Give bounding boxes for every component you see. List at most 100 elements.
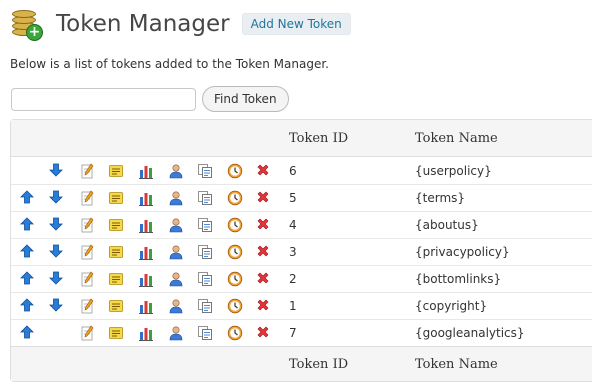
delete-icon[interactable] — [256, 298, 272, 314]
copy-icon[interactable] — [197, 298, 213, 314]
page-description: Below is a list of tokens added to the T… — [10, 57, 329, 71]
token-name: {terms} — [415, 191, 466, 205]
delete-icon[interactable] — [256, 217, 272, 233]
delete-icon[interactable] — [256, 325, 272, 341]
row-actions — [11, 298, 279, 314]
move-down-icon[interactable] — [49, 298, 65, 314]
user-icon[interactable] — [168, 190, 184, 206]
add-new-token-button[interactable]: Add New Token — [241, 13, 351, 35]
stats-icon[interactable] — [138, 163, 154, 179]
edit-icon[interactable] — [79, 163, 95, 179]
move-down-icon[interactable] — [49, 190, 65, 206]
move-down-icon[interactable] — [49, 217, 65, 233]
search-bar: Find Token — [11, 86, 289, 112]
user-icon[interactable] — [168, 298, 184, 314]
token-id: 5 — [289, 191, 297, 205]
schedule-icon[interactable] — [227, 298, 243, 314]
stats-icon[interactable] — [138, 271, 154, 287]
move-down-icon[interactable] — [49, 244, 65, 260]
column-footer-token-id[interactable]: Token ID — [279, 357, 413, 372]
column-footer-token-name[interactable]: Token Name — [413, 357, 592, 372]
column-header-token-id[interactable]: Token ID — [279, 131, 413, 146]
page-title: Token Manager — [56, 11, 230, 37]
token-name: {userpolicy} — [415, 163, 492, 178]
table-row: 3 {privacypolicy} — [11, 238, 592, 265]
edit-icon[interactable] — [79, 190, 95, 206]
notes-icon[interactable] — [108, 325, 124, 341]
tokens-table: Token ID Token Name 6 {userpolicy} 5 {terms… — [10, 119, 592, 382]
move-up-icon[interactable] — [19, 190, 36, 206]
stats-icon[interactable] — [138, 298, 154, 314]
notes-icon[interactable] — [108, 163, 124, 179]
token-id: 7 — [289, 326, 297, 340]
token-id: 3 — [289, 245, 297, 259]
token-id: 1 — [289, 299, 297, 313]
page-header: + Token Manager Add New Token — [10, 4, 351, 44]
notes-icon[interactable] — [108, 298, 124, 314]
delete-icon[interactable] — [256, 163, 272, 179]
table-header: Token ID Token Name — [11, 120, 592, 157]
delete-icon[interactable] — [256, 271, 272, 287]
edit-icon[interactable] — [79, 271, 95, 287]
table-body: 6 {userpolicy} 5 {terms} 4 {aboutus} 3 {privacy… — [11, 157, 592, 346]
delete-icon[interactable] — [256, 190, 272, 206]
move-down-icon[interactable] — [49, 163, 65, 179]
schedule-icon[interactable] — [227, 325, 243, 341]
notes-icon[interactable] — [108, 271, 124, 287]
copy-icon[interactable] — [197, 217, 213, 233]
column-header-token-name[interactable]: Token Name — [413, 131, 592, 146]
row-actions — [11, 271, 279, 287]
copy-icon[interactable] — [197, 325, 213, 341]
stats-icon[interactable] — [138, 325, 154, 341]
user-icon[interactable] — [168, 325, 184, 341]
move-up-icon[interactable] — [19, 244, 36, 260]
find-token-button[interactable]: Find Token — [202, 86, 289, 112]
table-row: 2 {bottomlinks} — [11, 265, 592, 292]
edit-icon[interactable] — [79, 217, 95, 233]
token-name: {aboutus} — [415, 218, 479, 232]
user-icon[interactable] — [168, 217, 184, 233]
move-up-icon[interactable] — [19, 217, 36, 233]
table-footer: Token ID Token Name — [11, 346, 592, 381]
copy-icon[interactable] — [197, 244, 213, 260]
table-row: 5 {terms} — [11, 184, 592, 211]
stats-icon[interactable] — [138, 190, 154, 206]
edit-icon[interactable] — [79, 244, 95, 260]
token-id: 2 — [289, 272, 297, 286]
schedule-icon[interactable] — [227, 163, 243, 179]
user-icon[interactable] — [168, 244, 184, 260]
table-row: 4 {aboutus} — [11, 211, 592, 238]
stats-icon[interactable] — [138, 217, 154, 233]
move-up-icon[interactable] — [19, 298, 36, 314]
row-actions — [11, 244, 279, 260]
delete-icon[interactable] — [256, 244, 272, 260]
table-row: 7 {googleanalytics} — [11, 319, 592, 346]
schedule-icon[interactable] — [227, 244, 243, 260]
schedule-icon[interactable] — [227, 271, 243, 287]
copy-icon[interactable] — [197, 190, 213, 206]
user-icon[interactable] — [168, 271, 184, 287]
schedule-icon[interactable] — [227, 190, 243, 206]
move-down-icon[interactable] — [49, 271, 65, 287]
notes-icon[interactable] — [108, 217, 124, 233]
token-name: {bottomlinks} — [415, 272, 502, 286]
token-name: {copyright} — [415, 299, 488, 313]
stats-icon[interactable] — [138, 244, 154, 260]
search-input[interactable] — [11, 87, 196, 111]
token-name: {googleanalytics} — [415, 326, 525, 340]
token-name: {privacypolicy} — [415, 245, 510, 259]
row-actions — [11, 325, 279, 341]
move-up-icon[interactable] — [19, 325, 36, 341]
edit-icon[interactable] — [79, 298, 95, 314]
row-actions — [11, 217, 279, 233]
notes-icon[interactable] — [108, 244, 124, 260]
row-actions — [11, 163, 279, 179]
notes-icon[interactable] — [108, 190, 124, 206]
move-up-icon[interactable] — [19, 271, 36, 287]
user-icon[interactable] — [168, 163, 184, 179]
copy-icon[interactable] — [197, 271, 213, 287]
schedule-icon[interactable] — [227, 217, 243, 233]
copy-icon[interactable] — [197, 163, 213, 179]
token-id: 4 — [289, 218, 297, 232]
edit-icon[interactable] — [79, 325, 95, 341]
